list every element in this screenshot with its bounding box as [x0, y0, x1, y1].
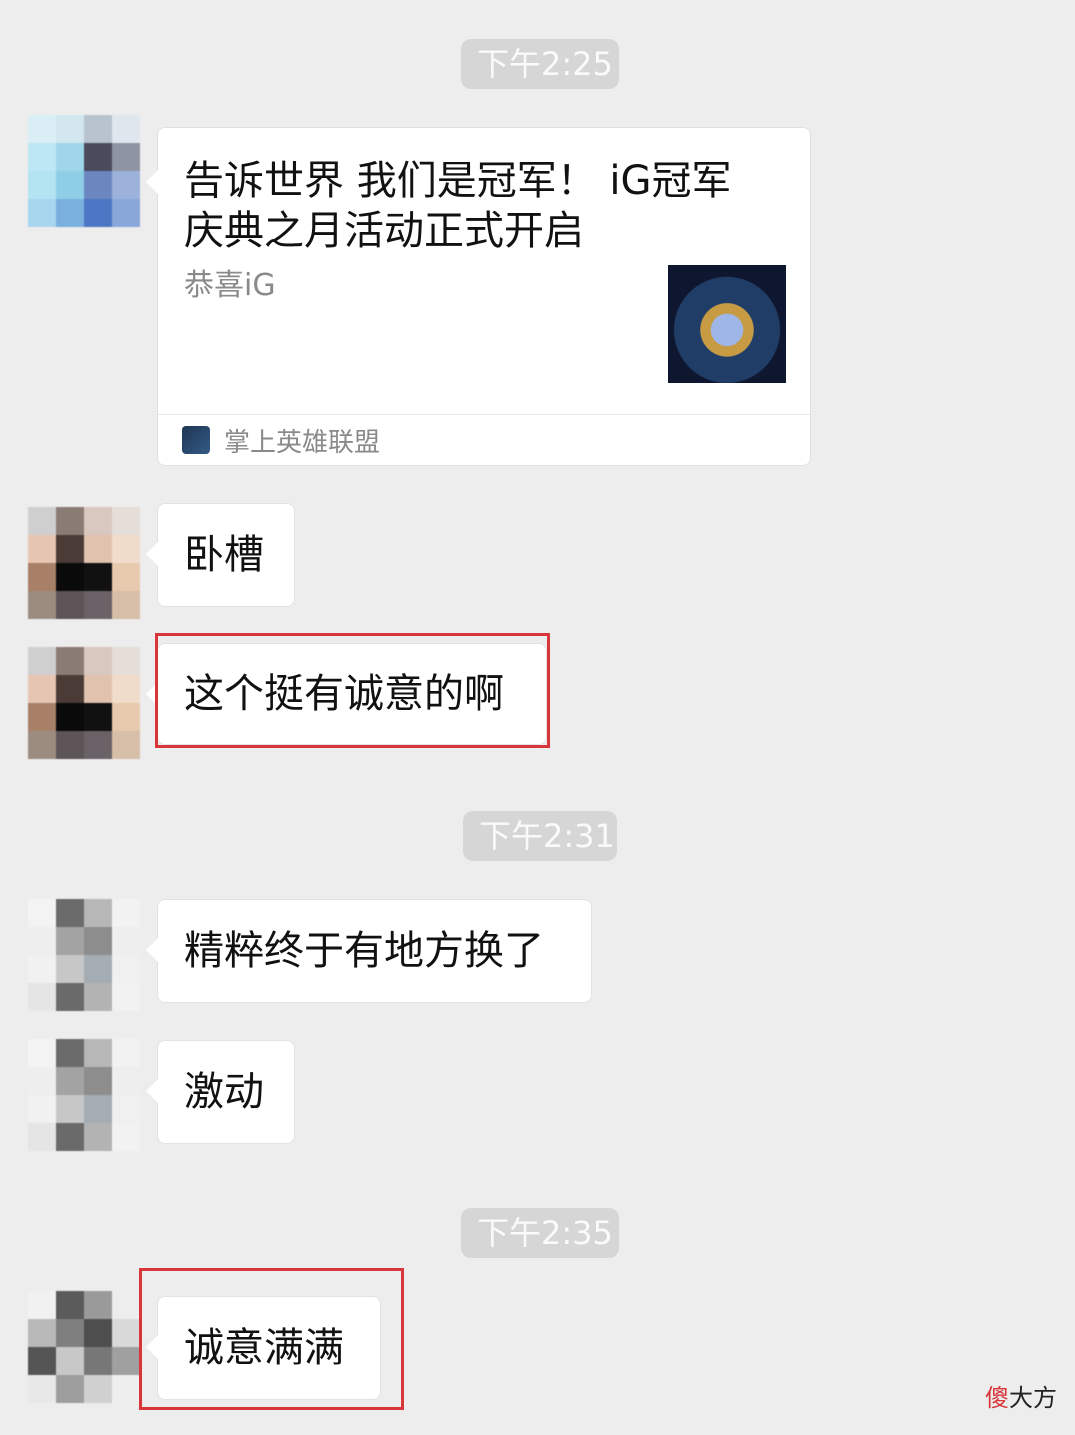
- card-description: 恭喜iG: [184, 268, 276, 303]
- message-bubble[interactable]: 精粹终于有地方换了: [146, 899, 592, 1003]
- avatar[interactable]: [28, 899, 140, 1011]
- app-icon: [182, 426, 210, 454]
- avatar[interactable]: [28, 115, 140, 227]
- shared-link-card[interactable]: 告诉世界 我们是冠军！ iG冠军庆典之月活动正式开启 恭喜iG 掌上英雄联盟: [146, 127, 811, 466]
- red-highlight-box: [155, 633, 550, 748]
- red-highlight-box: [139, 1268, 404, 1410]
- timestamp: 下午2:25: [461, 39, 619, 89]
- card-divider: [158, 414, 810, 415]
- watermark: 傻大方: [985, 1384, 1057, 1412]
- avatar[interactable]: [28, 1039, 140, 1151]
- timestamp: 下午2:35: [461, 1208, 619, 1258]
- avatar[interactable]: [28, 1291, 140, 1403]
- timestamp: 下午2:31: [463, 811, 617, 861]
- card-thumbnail-image: [668, 265, 786, 383]
- avatar[interactable]: [28, 507, 140, 619]
- message-bubble[interactable]: 卧槽: [146, 503, 295, 607]
- message-bubble[interactable]: 激动: [146, 1040, 295, 1144]
- card-source-label: 掌上英雄联盟: [224, 428, 381, 458]
- card-title: 告诉世界 我们是冠军！ iG冠军庆典之月活动正式开启: [184, 158, 732, 254]
- avatar[interactable]: [28, 647, 140, 759]
